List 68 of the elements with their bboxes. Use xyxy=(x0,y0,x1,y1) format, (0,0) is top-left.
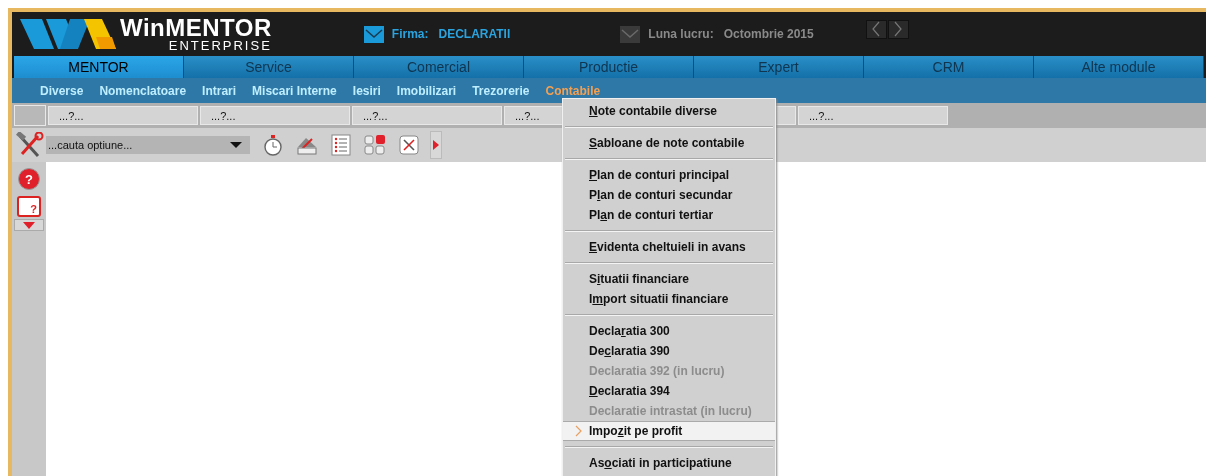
menu-option[interactable]: Import situatii financiare xyxy=(563,289,775,309)
menu-option-label: Asociati in participatiune xyxy=(589,456,732,470)
menu-option[interactable]: Plan de conturi tertiar xyxy=(563,205,775,225)
scroll-right-button[interactable] xyxy=(430,131,442,159)
menu-item[interactable]: Nomenclatoare xyxy=(91,78,195,103)
feedback-icon[interactable]: ? xyxy=(17,196,41,217)
menu-option-label: Declaratia 300 xyxy=(589,324,670,338)
menu-item[interactable]: Iesiri xyxy=(344,78,389,103)
caret-icon[interactable] xyxy=(226,136,250,154)
menu-option[interactable]: Note contabile diverse xyxy=(563,101,775,121)
menu-option-label: Declaratia 394 xyxy=(589,384,670,398)
menu-item[interactable]: Intrari xyxy=(194,78,245,103)
menu-item[interactable]: Diverse xyxy=(32,78,92,103)
menu-option[interactable]: Sabloane de note contabile xyxy=(563,133,775,153)
checkbox[interactable] xyxy=(620,25,641,43)
menu-option-label: Plan de conturi tertiar xyxy=(589,208,714,222)
menu-item[interactable]: Miscari Interne xyxy=(244,78,345,103)
menu-option[interactable]: Plan de conturi secundar xyxy=(563,185,775,205)
menu-option-label: Note contabile diverse xyxy=(589,104,718,118)
slot-button[interactable]: ...?... xyxy=(352,106,502,125)
menu-option-label: Plan de conturi secundar xyxy=(589,188,733,202)
grid-icon[interactable] xyxy=(362,132,388,158)
chevron-icon xyxy=(575,425,582,437)
menu-option-label: Impozit pe profit xyxy=(589,424,683,438)
question-mark: ? xyxy=(30,204,38,215)
menu-option-label: Situatii financiare xyxy=(589,272,690,286)
search-field[interactable]: ...cauta optiune... xyxy=(46,136,226,154)
firma-label: Firma: xyxy=(391,27,429,41)
firma-value: DECLARATII xyxy=(438,27,511,41)
next-button[interactable] xyxy=(887,19,909,39)
question-mark: ? xyxy=(25,171,33,187)
slot-button[interactable]: ...?... xyxy=(48,106,198,125)
menu-option-label: Declaratie intrastat (in lucru) xyxy=(589,404,752,418)
slot-button[interactable]: ...?... xyxy=(200,106,350,125)
triangle-down-icon xyxy=(23,221,35,229)
menu-option-label: Plan de conturi principal xyxy=(589,168,730,182)
menu-item[interactable]: Imobilizari xyxy=(388,78,465,103)
menu-option-label: Declaratia 390 xyxy=(589,344,670,358)
slot-button[interactable]: ...?... xyxy=(798,106,948,125)
help-icon[interactable]: ? xyxy=(18,168,40,190)
list-icon[interactable] xyxy=(328,132,354,158)
tools-icon[interactable] xyxy=(16,132,44,158)
previous-button[interactable] xyxy=(865,19,887,39)
close-icon[interactable] xyxy=(396,132,422,158)
menu-option[interactable]: Declaratia 300 xyxy=(563,321,775,341)
menu-option[interactable]: Declaratia 394 xyxy=(563,381,775,401)
luna-value: Octombrie 2015 xyxy=(723,27,814,41)
menu-option[interactable]: Evidenta cheltuieli in avans xyxy=(563,237,775,257)
triangle-right-icon xyxy=(433,140,439,150)
menu-item[interactable]: Trezorerie xyxy=(464,78,538,103)
menu-option-label: Sabloane de note contabile xyxy=(589,136,745,150)
expand-button[interactable] xyxy=(14,219,44,231)
module-tab[interactable]: MENTOR xyxy=(14,56,184,78)
logo-icon xyxy=(20,17,118,51)
logo-title: WinMENTOR xyxy=(120,16,272,40)
menu-option[interactable]: Impozit pe profit xyxy=(563,421,775,441)
luna-label: Luna lucru: xyxy=(648,27,714,41)
menu-option-label: Evidenta cheltuieli in avans xyxy=(589,240,746,254)
chevron-right-icon xyxy=(893,21,904,37)
logo-subtitle: ENTERPRISE xyxy=(168,39,272,52)
menu-option-label: Import situatii financiare xyxy=(589,292,729,306)
checkbox[interactable] xyxy=(363,25,384,43)
menu-option[interactable]: Declaratia 390 xyxy=(563,341,775,361)
menu-option[interactable]: Asociati in participatiune xyxy=(563,453,775,473)
chevron-left-icon xyxy=(871,21,882,37)
menu-option-label: Declaratia 392 (in lucru) xyxy=(589,364,725,378)
menu-option[interactable]: Situatii financiare xyxy=(563,269,775,289)
menu-option[interactable]: Plan de conturi principal xyxy=(563,165,775,185)
